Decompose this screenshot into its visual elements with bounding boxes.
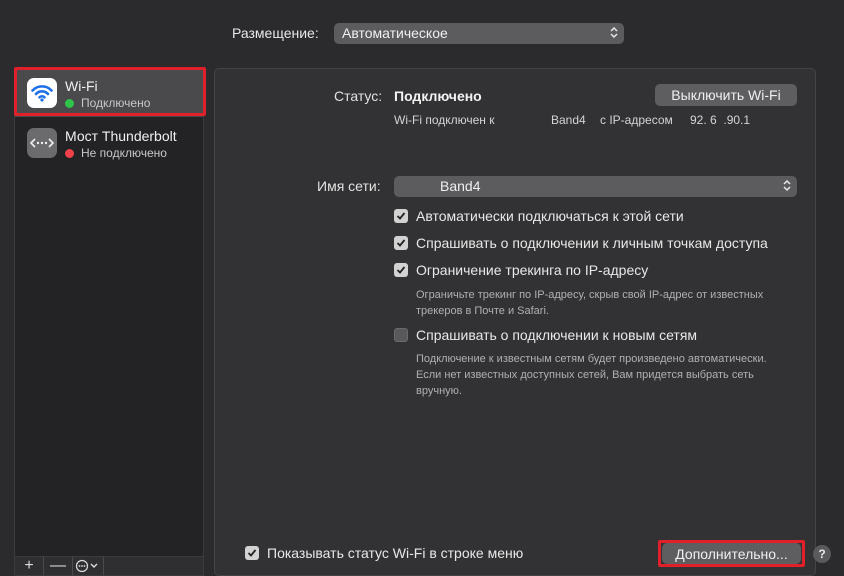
service-list-toolbar: + — — [14, 556, 204, 576]
updown-chevron-icon — [783, 179, 791, 192]
auto-join-checkbox[interactable] — [394, 209, 408, 223]
advanced-highlight-box — [658, 540, 805, 567]
network-name-value: Band4 — [440, 178, 481, 194]
note-line: вручную. — [416, 385, 462, 397]
location-select[interactable]: Автоматическое — [334, 23, 624, 44]
ask-new-networks-checkbox[interactable] — [394, 328, 408, 342]
limit-ip-tracking-note: Ограничьте трекинг по IP-адресу, скрыв с… — [416, 287, 763, 319]
service-list: Wi-Fi Подключено Мост Thunderbolt Не под… — [14, 68, 204, 558]
show-wifi-status-label: Показывать статус Wi-Fi в строке меню — [267, 545, 524, 561]
ask-new-networks-note: Подключение к известным сетям будет прои… — [416, 351, 767, 399]
limit-ip-tracking-label: Ограничение трекинга по IP-адресу — [416, 262, 649, 278]
status-dot-red — [65, 149, 74, 158]
status-detail-network: Band4 — [551, 113, 586, 127]
note-line: Подключение к известным сетям будет прои… — [416, 353, 767, 365]
service-name: Мост Thunderbolt — [65, 128, 177, 144]
thunderbolt-bridge-icon — [27, 128, 57, 158]
status-detail-ip-prefix: с IP-адресом — [600, 113, 673, 127]
action-menu-button[interactable] — [73, 557, 104, 575]
status-label: Статус: — [334, 88, 383, 104]
network-name-label: Имя сети: — [317, 178, 381, 194]
checkmark-icon — [396, 212, 406, 220]
limit-ip-tracking-checkbox[interactable] — [394, 263, 408, 277]
ask-hotspot-label: Спрашивать о подключении к личным точкам… — [416, 235, 768, 251]
note-line: Ограничьте трекинг по IP-адресу, скрыв с… — [416, 289, 764, 301]
checkmark-icon — [396, 266, 406, 274]
service-item-thunderbolt-bridge[interactable]: Мост Thunderbolt Не подключено — [15, 119, 203, 167]
location-value: Автоматическое — [342, 25, 448, 41]
wifi-highlight-box — [14, 67, 206, 116]
add-service-button[interactable]: + — [15, 557, 44, 575]
service-status: Не подключено — [81, 146, 167, 160]
location-label: Размещение: — [232, 25, 319, 41]
auto-join-label: Автоматически подключаться к этой сети — [416, 208, 684, 224]
note-line: Если нет известных доступных сетей, Вам … — [416, 369, 754, 381]
status-value: Подключено — [394, 88, 482, 104]
status-detail-prefix: Wi-Fi подключен к — [394, 113, 495, 127]
ask-hotspot-checkbox[interactable] — [394, 236, 408, 250]
network-name-select[interactable]: Band4 — [394, 176, 797, 197]
checkmark-icon — [247, 549, 257, 557]
status-detail-ip: 92. 6 .90.1 — [690, 113, 751, 127]
remove-service-button[interactable]: — — [44, 557, 73, 575]
show-wifi-status-checkbox[interactable] — [245, 546, 259, 560]
note-line: трекеров в Почте и Safari. — [416, 305, 549, 317]
checkmark-icon — [396, 239, 406, 247]
wifi-settings-panel — [214, 68, 816, 576]
ask-new-networks-label: Спрашивать о подключении к новым сетям — [416, 327, 698, 343]
updown-chevron-icon — [610, 26, 618, 39]
help-button[interactable]: ? — [813, 545, 831, 563]
more-options-icon — [75, 559, 98, 573]
turn-off-wifi-button[interactable]: Выключить Wi-Fi — [655, 84, 797, 106]
